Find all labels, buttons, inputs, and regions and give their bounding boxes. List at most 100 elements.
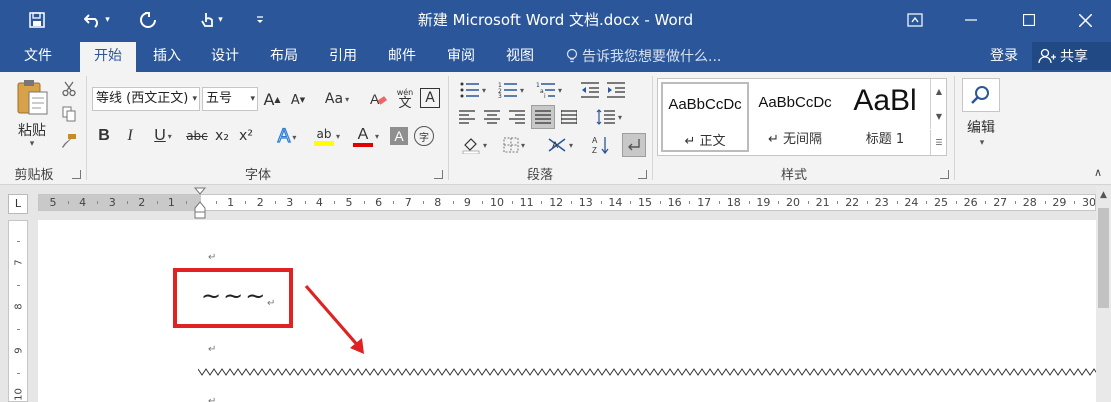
borders-icon[interactable]: ▾ [496,134,532,156]
wavy-line-path [198,368,1096,376]
tab-file[interactable]: 文件 [10,40,66,72]
ruler-number: 22 [845,196,860,209]
character-shading-icon[interactable]: A [390,127,408,145]
highlight-button[interactable]: ab ▾ [308,124,346,148]
login-link[interactable]: 登录 [990,40,1018,72]
ruler-number: 3 [108,196,116,209]
tab-design[interactable]: 设计 [198,40,252,72]
font-color-button[interactable]: A ▾ [348,124,384,148]
font-size-combo[interactable]: 五号 ▾ [202,87,258,111]
strikethrough-button[interactable]: abc [184,126,210,146]
copy-icon[interactable] [60,105,78,123]
paste-dropdown-icon[interactable]: ▾ [26,138,38,150]
lightbulb-icon [566,48,578,63]
ruler-tick [17,285,20,286]
gallery-scroll-down-icon[interactable]: ▼ [930,104,947,129]
scroll-up-icon[interactable]: ▲ [1096,190,1111,204]
align-center-icon[interactable] [481,106,503,128]
touch-mode-icon[interactable]: ▾ [190,0,234,40]
ruler-number: 6 [375,196,383,209]
tab-review[interactable]: 审阅 [434,40,488,72]
shrink-font-icon[interactable]: A ▼ [288,90,308,110]
tab-home[interactable]: 开始 [80,42,136,72]
line-spacing-icon[interactable]: ▾ [592,106,626,128]
change-case-button[interactable]: Aa ▾ [318,89,356,109]
align-right-icon[interactable] [506,106,528,128]
font-group-label: 字体 [244,168,271,183]
editing-dropdown-icon[interactable]: ▾ [976,137,988,149]
phonetic-guide-icon[interactable]: wén 文 [394,86,416,112]
tab-references[interactable]: 引用 [316,40,370,72]
clipboard-launcher-icon[interactable] [72,170,81,179]
align-left-icon[interactable] [456,106,478,128]
chinese-layout-icon[interactable]: A ▾ [542,134,578,156]
indent-markers[interactable] [193,186,207,220]
redo-icon[interactable] [134,0,162,40]
italic-button[interactable]: I [120,126,140,146]
bullets-icon[interactable]: ▾ [456,80,490,100]
distributed-icon[interactable] [558,106,580,128]
font-launcher-icon[interactable] [434,170,443,179]
tab-view[interactable]: 视图 [493,40,547,72]
maximize-icon[interactable] [1001,0,1057,40]
shading-icon[interactable]: ▾ [456,134,492,156]
paragraph-launcher-icon[interactable] [638,170,647,179]
ruler-number: 19 [756,196,771,209]
minimize-icon[interactable] [943,0,999,40]
sort-icon[interactable]: AZ [590,134,612,156]
find-icon[interactable] [962,78,1000,112]
font-name-dropdown-icon[interactable]: ▾ [192,88,197,110]
scrollbar-thumb[interactable] [1098,208,1109,308]
tab-selector[interactable]: L [8,194,28,214]
style-no-spacing[interactable]: AaBbCcDc ↵ 无间隔 [751,82,839,152]
numbering-icon[interactable]: 1 2 3 ▾ [494,80,528,100]
character-border-icon[interactable]: A [420,88,440,108]
font-name-combo[interactable]: 等线 (西文正文) ▾ [92,87,200,111]
undo-dropdown-icon[interactable]: ▾ [105,15,110,25]
tab-mailings[interactable]: 邮件 [375,40,429,72]
save-icon[interactable] [22,0,52,40]
increase-indent-icon[interactable] [604,80,628,100]
paste-icon[interactable] [12,78,54,118]
show-formatting-marks-icon[interactable] [622,133,646,157]
vertical-scrollbar[interactable]: ▲ [1096,186,1111,402]
font-size-dropdown-icon[interactable]: ▾ [250,88,255,110]
enclose-characters-icon[interactable]: 字 [414,126,434,146]
undo-icon[interactable]: ▾ [74,0,120,40]
tab-layout[interactable]: 布局 [257,40,311,72]
ruler-number: 28 [1022,196,1037,209]
superscript-button[interactable]: x² [236,126,256,146]
collapse-ribbon-icon[interactable]: ∧ [1090,164,1106,180]
subscript-button[interactable]: x₂ [212,126,232,146]
close-icon[interactable] [1057,0,1111,40]
ruler-number: 5 [49,196,57,209]
font-color-swatch [352,142,373,147]
ribbon-display-icon[interactable] [887,0,943,40]
cut-icon[interactable] [60,80,78,98]
gallery-more-icon[interactable]: ☰ [930,130,947,155]
justify-icon[interactable] [531,105,555,129]
document-page[interactable]: ↵ ~~~ ↵ ↵ ↵ [38,220,1096,402]
gallery-scroll-up-icon[interactable]: ▲ [930,79,947,104]
tab-insert[interactable]: 插入 [140,40,194,72]
underline-button[interactable]: U ▾ [146,126,180,146]
paste-button[interactable]: 粘贴 [10,120,54,140]
customize-icon[interactable] [250,0,270,40]
bold-button[interactable]: B [94,126,114,146]
grow-font-icon[interactable]: A ▲ [262,88,282,110]
format-painter-icon[interactable] [60,132,78,150]
style-heading-1[interactable]: AaBl 标题 1 [841,82,929,152]
tell-me-box[interactable]: 告诉我您想要做什么... [566,40,721,72]
editing-button[interactable]: 编辑 [956,117,1006,137]
clear-formatting-icon[interactable]: A [368,88,388,110]
vertical-ruler[interactable]: 7 8 9 10 [8,220,28,402]
share-button[interactable]: 共享 [1032,42,1111,70]
decrease-indent-icon[interactable] [578,80,602,100]
multilevel-list-icon[interactable]: 1 a i ▾ [532,80,566,100]
ruler-tick [275,201,276,204]
paragraph-mark: ↵ [208,252,217,263]
style-normal[interactable]: AaBbCcDc ↵ 正文 [661,82,749,152]
text-effects-button[interactable]: A ▾ [270,125,304,148]
svg-text:A: A [552,140,558,150]
styles-launcher-icon[interactable] [940,170,949,179]
